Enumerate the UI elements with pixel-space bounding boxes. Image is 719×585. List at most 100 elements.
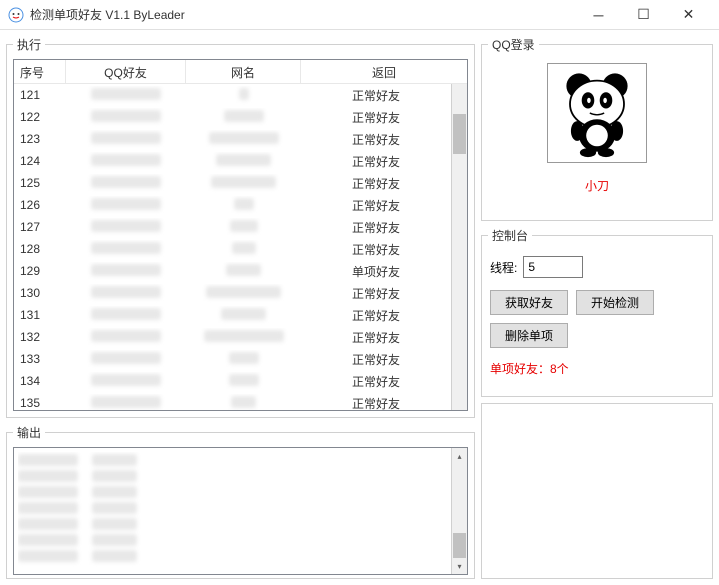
- cell-seq: 134: [14, 372, 66, 390]
- cell-ret: 正常好友: [301, 371, 451, 392]
- cell-name: [186, 350, 301, 369]
- scroll-up-icon[interactable]: ▴: [452, 448, 467, 464]
- cell-name: [186, 262, 301, 281]
- table-row[interactable]: 125正常好友: [14, 172, 451, 194]
- output-scrollbar-thumb[interactable]: [453, 533, 466, 558]
- titlebar: 检测单项好友 V1.1 ByLeader ─ ☐ ✕: [0, 0, 719, 30]
- fetch-friends-button[interactable]: 获取好友: [490, 290, 568, 315]
- cell-qq: [66, 394, 186, 411]
- window-controls: ─ ☐ ✕: [576, 1, 711, 29]
- table-row[interactable]: 133 正常好友: [14, 348, 451, 370]
- cell-qq: [66, 372, 186, 391]
- login-panel: QQ登录: [481, 36, 713, 221]
- table-row[interactable]: 131 正常好友: [14, 304, 451, 326]
- cell-seq: 133: [14, 350, 66, 368]
- cell-qq: [66, 350, 186, 369]
- console-legend: 控制台: [488, 227, 532, 244]
- output-line: [18, 532, 451, 548]
- cell-qq: [66, 152, 186, 171]
- cell-name: [186, 130, 301, 149]
- cell-ret: 正常好友: [301, 107, 451, 128]
- output-line: [18, 484, 451, 500]
- execute-panel: 执行 序号 QQ好友 网名 返回 121正常好友122正常好友123正常好友12…: [6, 36, 475, 418]
- table-row[interactable]: 128正常好友: [14, 238, 451, 260]
- table-row[interactable]: 135正常好友: [14, 392, 451, 410]
- cell-seq: 129: [14, 262, 66, 280]
- cell-seq: 130: [14, 284, 66, 302]
- cell-ret: 正常好友: [301, 305, 451, 326]
- table-row[interactable]: 122 正常好友: [14, 106, 451, 128]
- cell-name: [186, 86, 301, 105]
- scroll-down-icon[interactable]: ▾: [452, 558, 467, 574]
- cell-ret: 正常好友: [301, 283, 451, 304]
- table-row[interactable]: 124 正常好友: [14, 150, 451, 172]
- console-panel: 控制台 线程: 获取好友 开始检测 删除单项 单项好友：8个: [481, 227, 713, 397]
- cell-seq: 127: [14, 218, 66, 236]
- cell-seq: 126: [14, 196, 66, 214]
- avatar[interactable]: [547, 63, 647, 163]
- table-row[interactable]: 123 正常好友: [14, 128, 451, 150]
- table-row[interactable]: 127 正常好友: [14, 216, 451, 238]
- th-qq[interactable]: QQ好友: [66, 60, 186, 83]
- table-row[interactable]: 121正常好友: [14, 84, 451, 106]
- cell-qq: [66, 240, 186, 259]
- output-line: [18, 468, 451, 484]
- cell-name: [186, 174, 301, 193]
- delete-single-button[interactable]: 删除单项: [490, 323, 568, 348]
- cell-ret: 正常好友: [301, 151, 451, 172]
- result-text: 单项好友：8个: [490, 360, 704, 377]
- cell-name: [186, 152, 301, 171]
- th-name[interactable]: 网名: [186, 60, 301, 83]
- cell-seq: 128: [14, 240, 66, 258]
- cell-seq: 123: [14, 130, 66, 148]
- spacer-panel: [481, 403, 713, 579]
- thread-input[interactable]: [523, 256, 583, 278]
- close-button[interactable]: ✕: [666, 1, 711, 29]
- cell-ret: 正常好友: [301, 393, 451, 411]
- friends-table: 序号 QQ好友 网名 返回 121正常好友 122 正常好友 123 正常好友 124 正常…: [13, 59, 468, 411]
- execute-legend: 执行: [13, 36, 45, 53]
- table-row[interactable]: 129 单项好友: [14, 260, 451, 282]
- table-body: 121正常好友122正常好友123正常好友124正常好友125正常好友126正常…: [14, 84, 451, 410]
- table-scrollbar[interactable]: [451, 84, 467, 410]
- output-legend: 输出: [13, 424, 45, 441]
- cell-qq: [66, 284, 186, 303]
- cell-ret: 正常好友: [301, 195, 451, 216]
- app-icon: [8, 7, 24, 23]
- output-scrollbar[interactable]: ▴ ▾: [451, 448, 467, 574]
- cell-qq: [66, 306, 186, 325]
- output-line: [18, 548, 451, 564]
- cell-seq: 122: [14, 108, 66, 126]
- cell-name: [186, 306, 301, 325]
- cell-name: [186, 218, 301, 237]
- table-scrollbar-thumb[interactable]: [453, 114, 466, 154]
- cell-seq: 131: [14, 306, 66, 324]
- cell-seq: 124: [14, 152, 66, 170]
- cell-ret: 正常好友: [301, 129, 451, 150]
- cell-qq: [66, 130, 186, 149]
- cell-ret: 正常好友: [301, 349, 451, 370]
- cell-qq: [66, 262, 186, 281]
- table-row[interactable]: 132正常好友: [14, 326, 451, 348]
- maximize-button[interactable]: ☐: [621, 1, 666, 29]
- table-row[interactable]: 130 正常好友: [14, 282, 451, 304]
- table-row[interactable]: 126 正常好友: [14, 194, 451, 216]
- cell-name: [186, 240, 301, 259]
- cell-qq: [66, 174, 186, 193]
- th-ret[interactable]: 返回: [301, 60, 467, 83]
- minimize-button[interactable]: ─: [576, 1, 621, 29]
- table-row[interactable]: 134 正常好友: [14, 370, 451, 392]
- output-body: [18, 452, 451, 570]
- cell-qq: [66, 86, 186, 105]
- cell-ret: 单项好友: [301, 261, 451, 282]
- window-title: 检测单项好友 V1.1 ByLeader: [30, 6, 576, 23]
- output-line: [18, 500, 451, 516]
- cell-seq: 125: [14, 174, 66, 192]
- cell-ret: 正常好友: [301, 217, 451, 238]
- start-detect-button[interactable]: 开始检测: [576, 290, 654, 315]
- nickname: 小刀: [585, 177, 609, 194]
- cell-ret: 正常好友: [301, 85, 451, 106]
- cell-name: [186, 284, 301, 303]
- th-seq[interactable]: 序号: [14, 60, 66, 83]
- cell-name: [186, 394, 301, 411]
